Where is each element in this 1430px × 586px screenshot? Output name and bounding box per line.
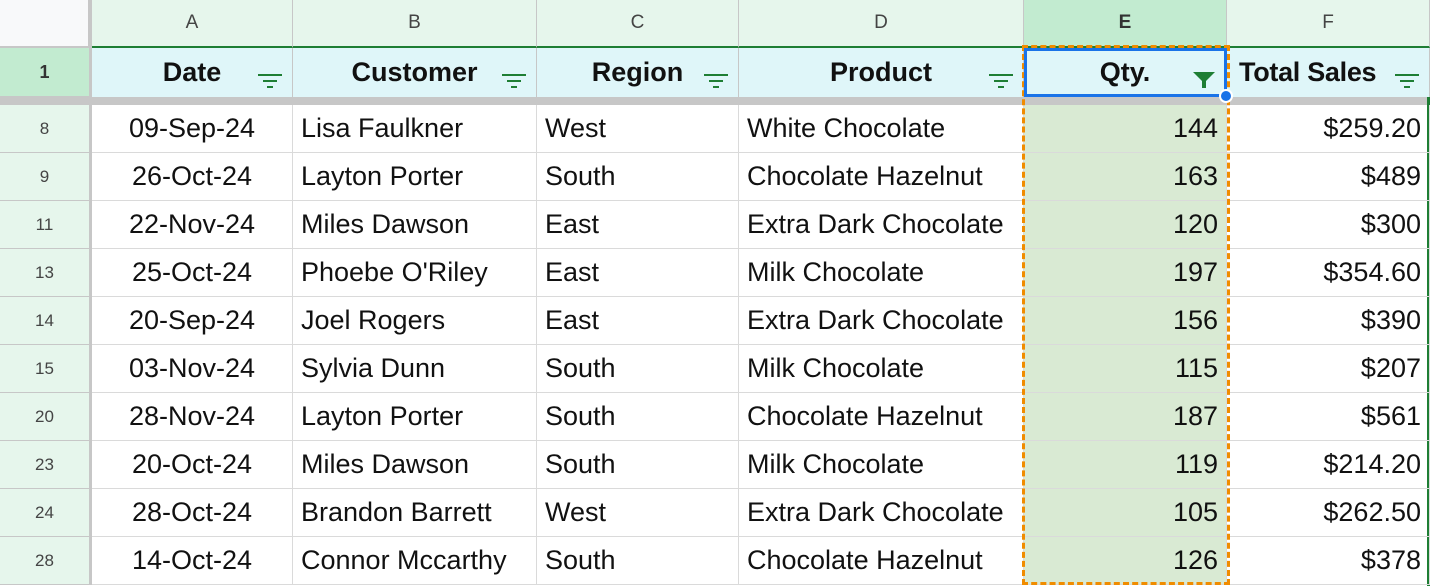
row-header-23[interactable]: 23 (0, 441, 92, 489)
column-header-f[interactable]: F (1227, 0, 1430, 48)
header-cell-b[interactable]: Customer (293, 48, 537, 97)
header-label: Date (162, 57, 222, 87)
cell-customer[interactable]: Phoebe O'Riley (293, 249, 537, 297)
header-label: Product (829, 57, 932, 87)
cell-customer[interactable]: Joel Rogers (293, 297, 537, 345)
row-header-20[interactable]: 20 (0, 393, 92, 441)
cell-sales[interactable]: $207 (1227, 345, 1430, 393)
header-cell-d[interactable]: Product (739, 48, 1024, 97)
cell-date[interactable]: 26-Oct-24 (92, 153, 293, 201)
row-header-14[interactable]: 14 (0, 297, 92, 345)
cell-region[interactable]: West (537, 105, 739, 153)
row-header-1[interactable]: 1 (0, 48, 92, 97)
header-cell-f[interactable]: Total Sales (1227, 48, 1430, 97)
cell-qty[interactable]: 197 (1024, 249, 1227, 297)
cell-sales[interactable]: $378 (1227, 537, 1430, 585)
cell-region[interactable]: South (537, 153, 739, 201)
cell-qty[interactable]: 144 (1024, 105, 1227, 153)
cell-sales[interactable]: $262.50 (1227, 489, 1430, 537)
cell-qty[interactable]: 119 (1024, 441, 1227, 489)
column-header-b[interactable]: B (293, 0, 537, 48)
filter-icon[interactable] (704, 65, 728, 88)
cell-sales[interactable]: $489 (1227, 153, 1430, 201)
row-header-15[interactable]: 15 (0, 345, 92, 393)
filter-icon[interactable] (258, 65, 282, 88)
cell-customer[interactable]: Miles Dawson (293, 201, 537, 249)
cell-sales[interactable]: $390 (1227, 297, 1430, 345)
cell-qty[interactable]: 120 (1024, 201, 1227, 249)
header-cell-c[interactable]: Region (537, 48, 739, 97)
cell-product[interactable]: Milk Chocolate (739, 345, 1024, 393)
column-header-d[interactable]: D (739, 0, 1024, 48)
header-cell-e[interactable]: Qty. (1024, 48, 1227, 97)
cell-date[interactable]: 22-Nov-24 (92, 201, 293, 249)
cell-date[interactable]: 28-Nov-24 (92, 393, 293, 441)
cell-product[interactable]: Milk Chocolate (739, 441, 1024, 489)
cell-region[interactable]: East (537, 201, 739, 249)
cell-product[interactable]: Milk Chocolate (739, 249, 1024, 297)
cell-qty[interactable]: 187 (1024, 393, 1227, 441)
cell-region[interactable]: East (537, 297, 739, 345)
cell-qty[interactable]: 115 (1024, 345, 1227, 393)
filter-icon[interactable] (989, 65, 1013, 88)
cell-date[interactable]: 20-Sep-24 (92, 297, 293, 345)
cell-customer[interactable]: Miles Dawson (293, 441, 537, 489)
cell-date[interactable]: 09-Sep-24 (92, 105, 293, 153)
row-header-11[interactable]: 11 (0, 201, 92, 249)
header-label: Total Sales (1239, 57, 1377, 87)
filter-icon[interactable] (1395, 65, 1419, 88)
cell-customer[interactable]: Brandon Barrett (293, 489, 537, 537)
header-cell-a[interactable]: Date (92, 48, 293, 97)
cell-qty[interactable]: 163 (1024, 153, 1227, 201)
row-header-9[interactable]: 9 (0, 153, 92, 201)
cell-region[interactable]: West (537, 489, 739, 537)
row-header-28[interactable]: 28 (0, 537, 92, 585)
frozen-row-divider[interactable] (0, 97, 1430, 105)
cell-qty[interactable]: 105 (1024, 489, 1227, 537)
cell-product[interactable]: Chocolate Hazelnut (739, 537, 1024, 585)
cell-customer[interactable]: Sylvia Dunn (293, 345, 537, 393)
cell-product[interactable]: Chocolate Hazelnut (739, 153, 1024, 201)
column-header-e[interactable]: E (1024, 0, 1227, 48)
fill-handle[interactable] (1219, 89, 1233, 103)
spreadsheet-grid: A B C D E F 1 Date Customer Region Product Qty. Tota… (0, 0, 1430, 586)
cell-date[interactable]: 14-Oct-24 (92, 537, 293, 585)
cell-customer[interactable]: Connor Mccarthy (293, 537, 537, 585)
cell-customer[interactable]: Layton Porter (293, 153, 537, 201)
column-header-c[interactable]: C (537, 0, 739, 48)
select-all-corner[interactable] (0, 0, 92, 48)
cell-qty[interactable]: 126 (1024, 537, 1227, 585)
cell-product[interactable]: Extra Dark Chocolate (739, 201, 1024, 249)
cell-sales[interactable]: $259.20 (1227, 105, 1430, 153)
cell-product[interactable]: Extra Dark Chocolate (739, 489, 1024, 537)
cell-product[interactable]: Chocolate Hazelnut (739, 393, 1024, 441)
cell-customer[interactable]: Layton Porter (293, 393, 537, 441)
cell-date[interactable]: 28-Oct-24 (92, 489, 293, 537)
cell-sales[interactable]: $214.20 (1227, 441, 1430, 489)
filter-active-icon[interactable] (1192, 65, 1216, 88)
cell-region[interactable]: South (537, 393, 739, 441)
cell-date[interactable]: 03-Nov-24 (92, 345, 293, 393)
header-label: Region (591, 57, 684, 87)
cell-region[interactable]: South (537, 345, 739, 393)
cell-qty[interactable]: 156 (1024, 297, 1227, 345)
row-header-8[interactable]: 8 (0, 105, 92, 153)
filter-icon[interactable] (502, 65, 526, 88)
cell-customer[interactable]: Lisa Faulkner (293, 105, 537, 153)
cell-date[interactable]: 25-Oct-24 (92, 249, 293, 297)
row-header-13[interactable]: 13 (0, 249, 92, 297)
cell-product[interactable]: White Chocolate (739, 105, 1024, 153)
header-label: Qty. (1099, 57, 1151, 87)
column-header-a[interactable]: A (92, 0, 293, 48)
cell-sales[interactable]: $300 (1227, 201, 1430, 249)
header-label: Customer (351, 57, 478, 87)
row-header-24[interactable]: 24 (0, 489, 92, 537)
cell-date[interactable]: 20-Oct-24 (92, 441, 293, 489)
cell-sales[interactable]: $561 (1227, 393, 1430, 441)
cell-product[interactable]: Extra Dark Chocolate (739, 297, 1024, 345)
cell-region[interactable]: South (537, 537, 739, 585)
cell-sales[interactable]: $354.60 (1227, 249, 1430, 297)
cell-region[interactable]: South (537, 441, 739, 489)
cell-region[interactable]: East (537, 249, 739, 297)
